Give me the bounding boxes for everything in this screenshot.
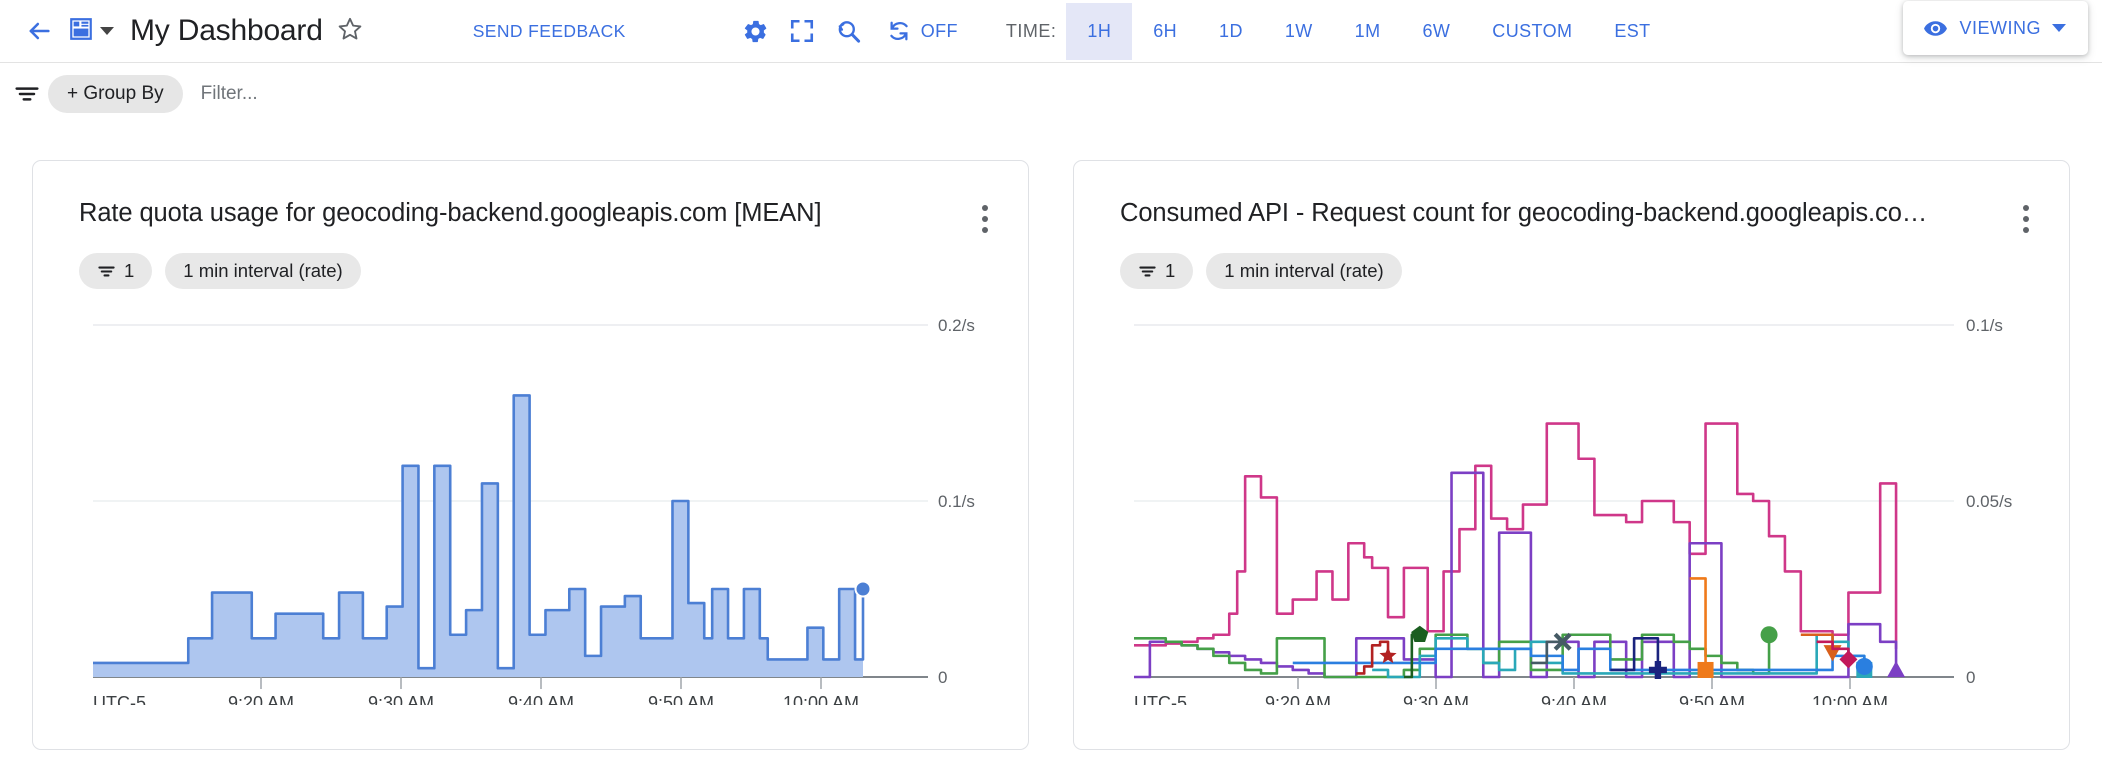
time-range-1d[interactable]: 1D <box>1198 3 1264 60</box>
time-range-1h[interactable]: 1H <box>1066 3 1132 60</box>
time-range-buttons: 1H 6H 1D 1W 1M 6W CUSTOM EST <box>1066 3 1671 60</box>
filter-lines-icon <box>97 262 116 281</box>
card-header: Consumed API - Request count for geocodi… <box>1074 161 2069 233</box>
filter-input[interactable] <box>201 83 721 105</box>
time-range-1w[interactable]: 1W <box>1264 3 1334 60</box>
viewing-mode-button[interactable]: VIEWING <box>1903 1 2088 55</box>
filter-lines-icon[interactable] <box>6 81 48 107</box>
xtick-label-4: 9:50 AM <box>1679 693 1745 705</box>
xtick-marks <box>1298 677 1850 689</box>
more-vert-icon[interactable] <box>968 199 1002 233</box>
chart-plot-area: 0.1/s 0.05/s 0 UTC-5 9:20 AM 9:30 AM 9:4… <box>1074 305 2069 705</box>
reset-zoom-icon[interactable] <box>835 18 862 45</box>
xtick-label-2: 9:30 AM <box>368 693 434 705</box>
ytick-label-1: 0.1/s <box>938 492 975 511</box>
card-chip-row: 1 1 min interval (rate) <box>33 233 1028 289</box>
chart-card-consumed-api-request-count: Consumed API - Request count for geocodi… <box>1073 160 2070 750</box>
xtick-label-3: 9:40 AM <box>508 693 574 705</box>
chevron-down-icon <box>2052 24 2066 32</box>
group-by-button[interactable]: + Group By <box>48 75 183 113</box>
interval-chip[interactable]: 1 min interval (rate) <box>165 253 360 289</box>
xtick-marks <box>261 677 821 689</box>
auto-refresh-state: OFF <box>921 21 958 42</box>
time-range-1m[interactable]: 1M <box>1334 3 1402 60</box>
send-feedback-button[interactable]: SEND FEEDBACK <box>473 21 626 42</box>
time-range-est[interactable]: EST <box>1593 3 1671 60</box>
xtick-label-5: 10:00 AM <box>783 693 859 705</box>
chart-series-group <box>1134 424 1905 679</box>
card-chip-row: 1 1 min interval (rate) <box>1074 233 2069 289</box>
time-range-custom[interactable]: CUSTOM <box>1471 3 1593 60</box>
xtick-label-2: 9:30 AM <box>1403 693 1469 705</box>
ytick-label-2: 0 <box>938 668 947 687</box>
chart-plot-area: 0.2/s 0.1/s 0 UTC-5 9:20 AM 9:30 AM 9:40… <box>33 305 1028 705</box>
page-title: My Dashboard <box>130 14 323 48</box>
xtick-label-5: 10:00 AM <box>1812 693 1888 705</box>
dashboard-selector-caret-icon[interactable] <box>100 27 114 35</box>
chart-card-rate-quota-usage: Rate quota usage for geocoding-backend.g… <box>32 160 1029 750</box>
toolbar-icon-group <box>742 18 862 45</box>
xtick-label-4: 9:50 AM <box>648 693 714 705</box>
time-range-6h[interactable]: 6H <box>1132 3 1198 60</box>
xtick-label-3: 9:40 AM <box>1541 693 1607 705</box>
filter-count-chip[interactable]: 1 <box>1120 253 1193 289</box>
chart-series-group <box>93 395 871 677</box>
gear-icon[interactable] <box>742 18 769 45</box>
ytick-label-0: 0.2/s <box>938 316 975 335</box>
back-button[interactable] <box>16 8 62 54</box>
more-vert-icon[interactable] <box>2009 199 2043 233</box>
fullscreen-icon[interactable] <box>789 18 815 44</box>
refresh-icon <box>886 18 912 44</box>
star-outline-icon[interactable] <box>337 16 363 47</box>
filter-toolbar: + Group By <box>0 62 2102 124</box>
arrow-left-icon <box>25 17 53 45</box>
chart-title: Consumed API - Request count for geocodi… <box>1120 199 2009 228</box>
filter-count-label: 1 <box>124 260 134 282</box>
area-chart-svg: 0.2/s 0.1/s 0 UTC-5 9:20 AM 9:30 AM 9:40… <box>33 305 1029 705</box>
time-range-label: TIME: <box>1006 21 1057 42</box>
line-chart-svg: 0.1/s 0.05/s 0 UTC-5 9:20 AM 9:30 AM 9:4… <box>1074 305 2070 705</box>
filter-count-chip[interactable]: 1 <box>79 253 152 289</box>
xtick-label-0: UTC-5 <box>1134 693 1187 705</box>
dashboard-grid: Rate quota usage for geocoding-backend.g… <box>0 124 2102 750</box>
xtick-label-1: 9:20 AM <box>1265 693 1331 705</box>
xtick-label-1: 9:20 AM <box>228 693 294 705</box>
time-range-6w[interactable]: 6W <box>1401 3 1471 60</box>
top-toolbar: My Dashboard SEND FEEDBACK <box>0 0 2102 62</box>
ytick-label-2: 0 <box>1966 668 1975 687</box>
filter-lines-icon <box>1138 262 1157 281</box>
ytick-label-0: 0.1/s <box>1966 316 2003 335</box>
card-header: Rate quota usage for geocoding-backend.g… <box>33 161 1028 233</box>
viewing-mode-label: VIEWING <box>1959 18 2041 39</box>
chart-title: Rate quota usage for geocoding-backend.g… <box>79 199 968 228</box>
dashboard-grid-icon[interactable] <box>68 16 94 47</box>
auto-refresh-toggle[interactable]: OFF <box>886 18 958 44</box>
eye-icon <box>1923 16 1948 41</box>
interval-chip[interactable]: 1 min interval (rate) <box>1206 253 1401 289</box>
xtick-label-0: UTC-5 <box>93 693 146 705</box>
filter-count-label: 1 <box>1165 260 1175 282</box>
ytick-label-1: 0.05/s <box>1966 492 2012 511</box>
